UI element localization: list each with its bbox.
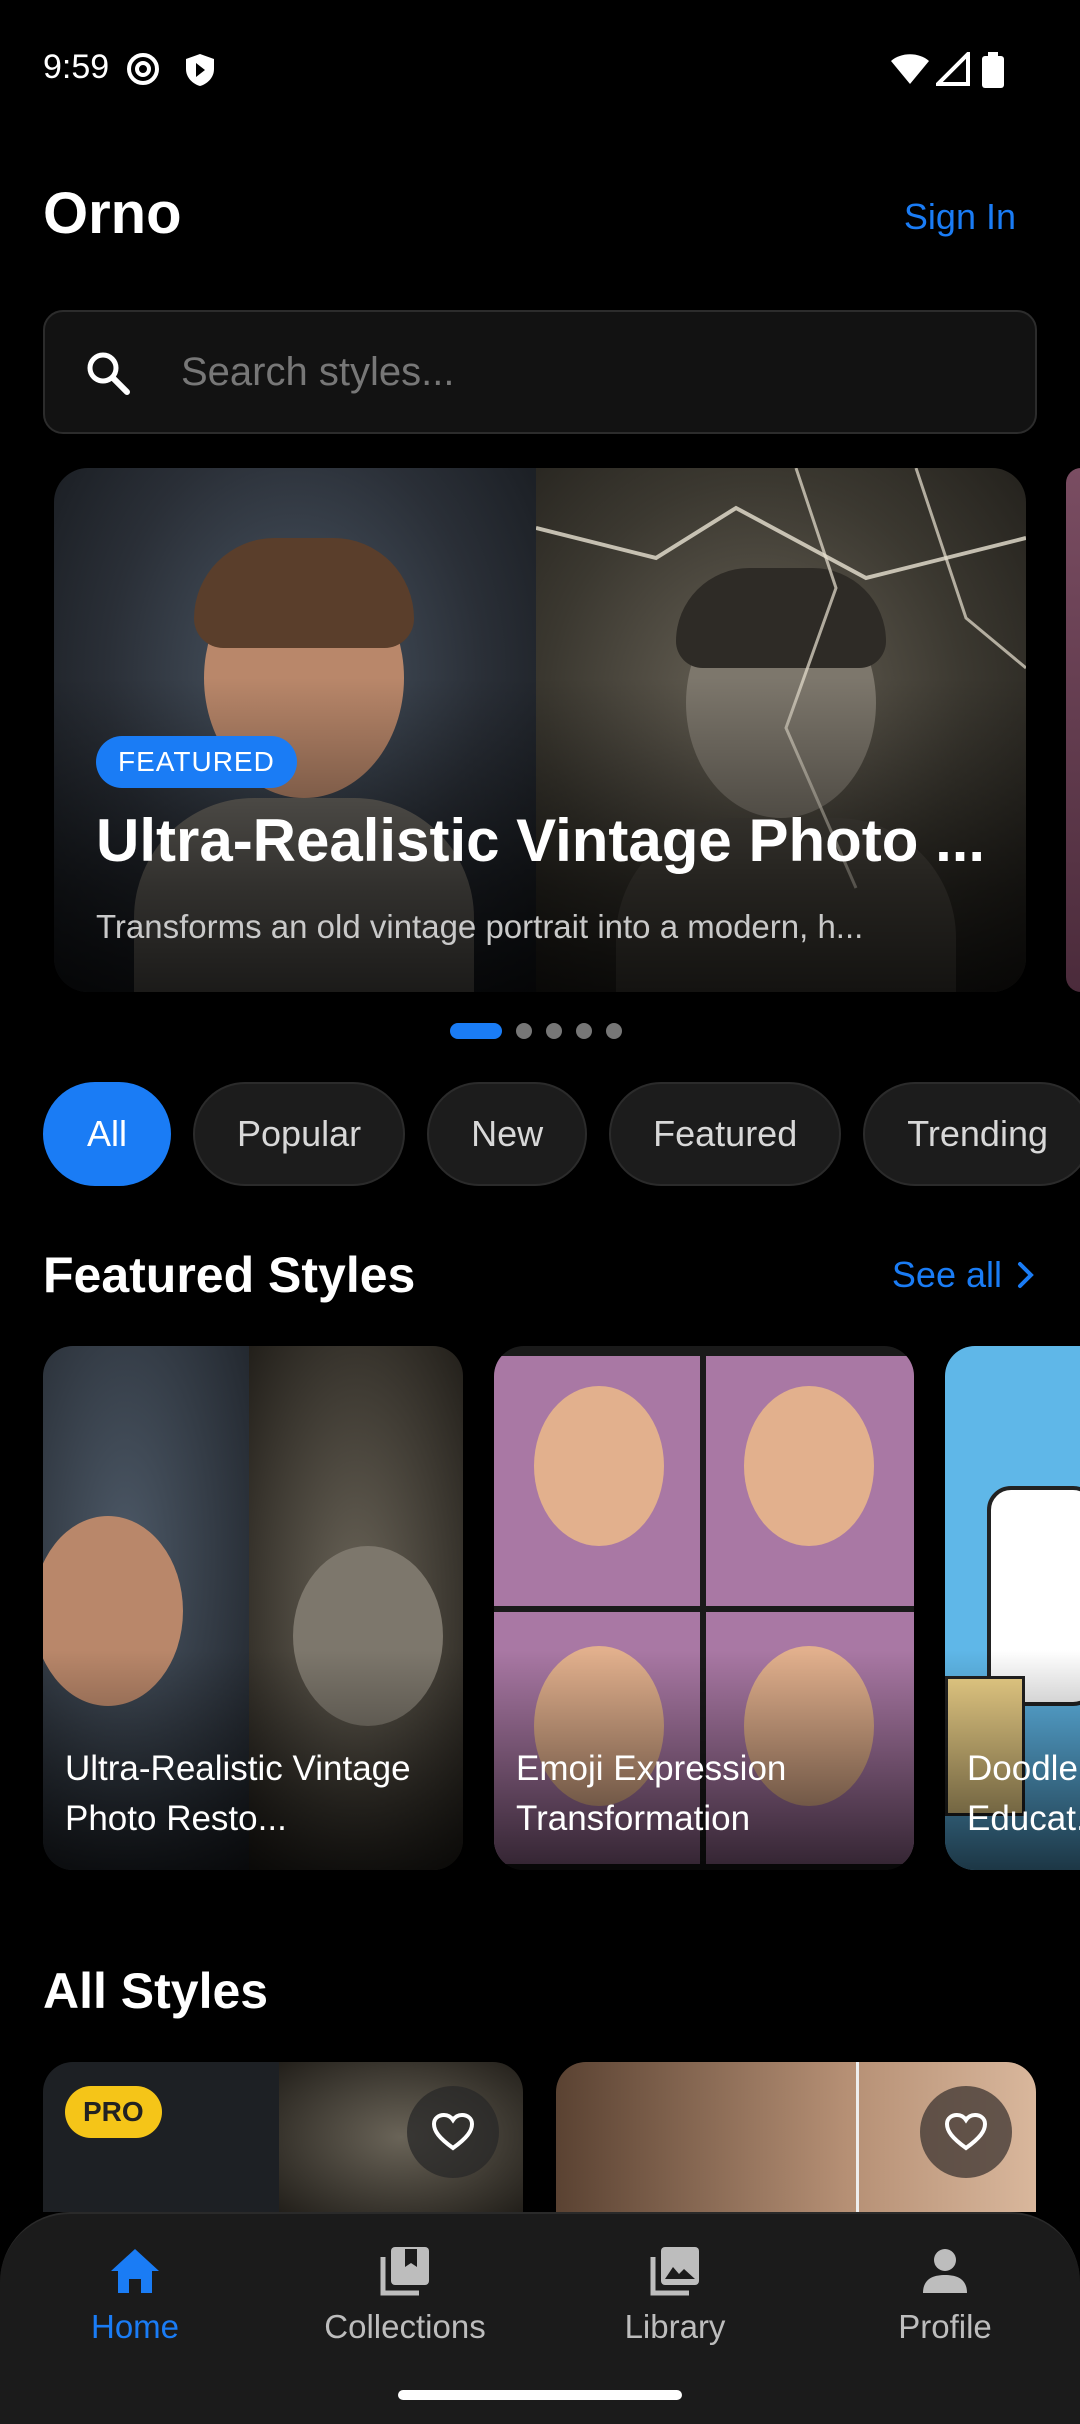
chip-new[interactable]: New	[427, 1082, 588, 1186]
heart-icon	[944, 2112, 988, 2151]
nav-home[interactable]: Home	[0, 2240, 270, 2370]
carousel-dot[interactable]	[516, 1023, 532, 1039]
wifi-icon	[891, 54, 929, 84]
carousel-dot[interactable]	[546, 1023, 562, 1039]
featured-card-label: Doodle Educat...	[967, 1749, 1080, 1838]
hero-title: Ultra-Realistic Vintage Photo ...	[96, 807, 986, 874]
favorite-button[interactable]	[407, 2086, 499, 2178]
carousel-dot[interactable]	[606, 1023, 622, 1039]
home-indicator[interactable]	[398, 2390, 682, 2400]
chip-popular[interactable]: Popular	[193, 1082, 406, 1186]
nav-home-label: Home	[90, 2308, 180, 2345]
at-sign-icon	[127, 53, 159, 85]
all-styles-title: All Styles	[43, 1963, 269, 2019]
nav-profile[interactable]: Profile	[810, 2240, 1080, 2370]
featured-card[interactable]: Ultra-Realistic Vintage Photo Resto...	[43, 1346, 463, 1870]
next-hero-peek[interactable]	[1066, 468, 1080, 992]
hero-subtitle: Transforms an old vintage portrait into …	[96, 908, 864, 945]
shield-icon	[186, 54, 214, 86]
style-card[interactable]	[556, 2062, 1036, 2212]
app-title: Orno	[43, 181, 182, 246]
status-time: 9:59	[43, 48, 110, 86]
carousel-dot[interactable]	[450, 1023, 502, 1039]
sign-in-link[interactable]: Sign In	[904, 196, 1016, 238]
chip-featured[interactable]: Featured	[609, 1082, 842, 1186]
collections-icon	[380, 2247, 429, 2296]
profile-icon	[923, 2249, 967, 2293]
home-icon	[111, 2249, 159, 2293]
search-bar[interactable]	[43, 310, 1037, 434]
featured-card[interactable]: Emoji Expression Transformation	[494, 1346, 914, 1870]
library-icon	[650, 2247, 699, 2296]
heart-icon	[431, 2112, 475, 2151]
style-card[interactable]: PRO	[43, 2062, 523, 2212]
carousel-indicator	[450, 1022, 622, 1040]
battery-icon	[982, 52, 1004, 88]
nav-profile-label: Profile	[898, 2308, 992, 2345]
chip-all[interactable]: All	[43, 1082, 172, 1186]
chevron-right-icon	[1018, 1262, 1034, 1288]
hero-banner[interactable]: FEATURED Ultra-Realistic Vintage Photo .…	[54, 468, 1026, 992]
featured-card-label: Ultra-Realistic Vintage Photo Resto...	[65, 1749, 411, 1838]
chip-trending[interactable]: Trending	[863, 1082, 1080, 1186]
nav-library[interactable]: Library	[540, 2240, 810, 2370]
featured-card-label: Emoji Expression Transformation	[516, 1749, 787, 1838]
see-all-link[interactable]: See all	[892, 1254, 1036, 1296]
favorite-button[interactable]	[920, 2086, 1012, 2178]
nav-collections-label: Collections	[324, 2308, 486, 2345]
featured-card[interactable]: Doodle Educat...	[945, 1346, 1080, 1870]
carousel-dot[interactable]	[576, 1023, 592, 1039]
featured-section-title: Featured Styles	[43, 1247, 416, 1303]
featured-badge: FEATURED	[96, 736, 297, 788]
filter-chips: All Popular New Featured Trending	[43, 1082, 1080, 1186]
signal-icon	[936, 52, 970, 86]
nav-collections[interactable]: Collections	[270, 2240, 540, 2370]
pro-badge: PRO	[65, 2086, 162, 2138]
search-icon	[87, 352, 130, 395]
see-all-label: See all	[891, 1254, 1002, 1295]
nav-library-label: Library	[624, 2308, 726, 2345]
status-bar: 9:59	[0, 0, 1080, 140]
search-input[interactable]	[181, 336, 981, 408]
